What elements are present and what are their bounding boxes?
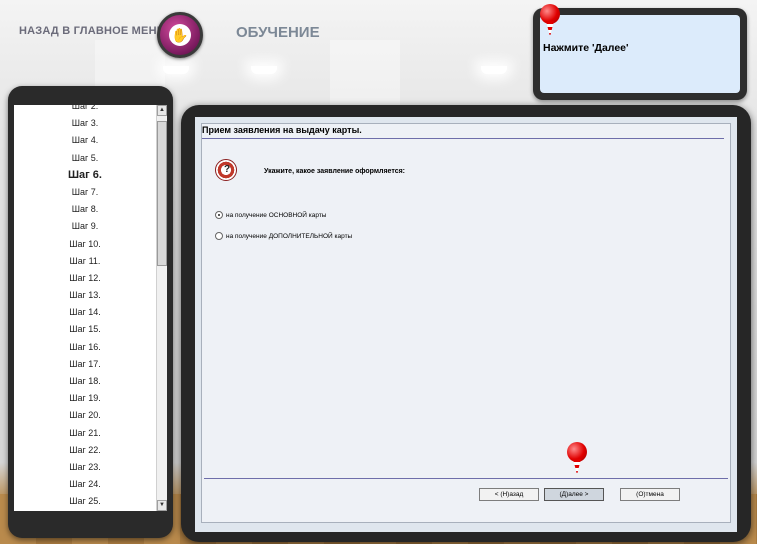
- hint-text: Нажмите 'Далее': [540, 15, 740, 93]
- step-item[interactable]: Шаг 15.: [14, 321, 156, 338]
- step-item[interactable]: Шаг 5.: [14, 150, 156, 167]
- step-item[interactable]: Шаг 6.: [14, 167, 156, 184]
- steps-panel: Шаг 2. Шаг 3. Шаг 4. Шаг 5. Шаг 6. Шаг 7. Шаг …: [8, 86, 173, 538]
- title-divider: [202, 138, 724, 139]
- step-item[interactable]: Шаг 20.: [14, 407, 156, 424]
- back-button[interactable]: < (Н)азад: [479, 488, 539, 501]
- ceiling-light: [251, 66, 277, 74]
- option-additional-card[interactable]: на получение ДОПОЛНИТЕЛЬНОЙ карты: [215, 232, 352, 240]
- step-item[interactable]: Шаг 18.: [14, 373, 156, 390]
- pin-icon: [539, 4, 561, 38]
- step-item[interactable]: Шаг 3.: [14, 115, 156, 132]
- ceiling-light: [481, 66, 507, 74]
- bottom-divider: [204, 478, 728, 479]
- step-item[interactable]: Шаг 21.: [14, 425, 156, 442]
- logo[interactable]: ✋: [157, 12, 203, 58]
- scroll-thumb[interactable]: [157, 121, 167, 266]
- option-main-card-label: на получение ОСНОВНОЙ карты: [226, 211, 327, 219]
- step-item[interactable]: Шаг 19.: [14, 390, 156, 407]
- pin-icon: [566, 442, 588, 476]
- step-item[interactable]: Шаг 16.: [14, 339, 156, 356]
- step-item[interactable]: Шаг 17.: [14, 356, 156, 373]
- step-item[interactable]: Шаг 23.: [14, 459, 156, 476]
- step-item[interactable]: Шаг 25.: [14, 493, 156, 510]
- tablet-screen: Прием заявления на выдачу карты. ? Укажи…: [195, 117, 737, 532]
- cancel-button[interactable]: (О)тмена: [620, 488, 680, 501]
- steps-scrollbar[interactable]: ▲ ▼: [156, 105, 167, 511]
- step-item[interactable]: Шаг 13.: [14, 287, 156, 304]
- step-item[interactable]: Шаг 14.: [14, 304, 156, 321]
- back-to-main-menu-link[interactable]: НАЗАД В ГЛАВНОЕ МЕНЮ: [19, 25, 168, 37]
- step-item[interactable]: Шаг 11.: [14, 253, 156, 270]
- dialog-title: Прием заявления на выдачу карты.: [202, 125, 362, 135]
- step-item[interactable]: Шаг 4.: [14, 132, 156, 149]
- scroll-up-button[interactable]: ▲: [157, 105, 167, 116]
- option-additional-card-label: на получение ДОПОЛНИТЕЛЬНОЙ карты: [226, 232, 353, 240]
- option-main-card[interactable]: на получение ОСНОВНОЙ карты: [215, 211, 326, 219]
- question-text: Укажите, какое заявление оформляется:: [264, 168, 405, 175]
- handshake-icon: ✋: [169, 24, 191, 46]
- step-item[interactable]: Шаг 22.: [14, 442, 156, 459]
- step-item[interactable]: Шаг 26.: [14, 511, 156, 512]
- step-item[interactable]: Шаг 24.: [14, 476, 156, 493]
- steps-items: Шаг 2. Шаг 3. Шаг 4. Шаг 5. Шаг 6. Шаг 7. Шаг …: [14, 105, 156, 511]
- radio-additional-card[interactable]: [215, 232, 223, 240]
- wizard-dialog: Прием заявления на выдачу карты. ? Укажи…: [201, 123, 731, 523]
- next-button[interactable]: (Д)алее >: [544, 488, 604, 501]
- question-lifebuoy-icon: ?: [215, 159, 237, 181]
- steps-list[interactable]: Шаг 2. Шаг 3. Шаг 4. Шаг 5. Шаг 6. Шаг 7. Шаг …: [14, 105, 167, 511]
- ceiling-light: [163, 66, 189, 74]
- radio-main-card[interactable]: [215, 211, 223, 219]
- step-item[interactable]: Шаг 12.: [14, 270, 156, 287]
- hint-box: Нажмите 'Далее': [533, 8, 747, 100]
- step-item[interactable]: Шаг 9.: [14, 218, 156, 235]
- page-title: ОБУЧЕНИЕ: [236, 24, 320, 41]
- step-item[interactable]: Шаг 7.: [14, 184, 156, 201]
- scroll-down-button[interactable]: ▼: [157, 500, 167, 511]
- tablet-frame: Прием заявления на выдачу карты. ? Укажи…: [181, 105, 751, 542]
- step-item[interactable]: Шаг 8.: [14, 201, 156, 218]
- step-item[interactable]: Шаг 2.: [14, 105, 156, 115]
- step-item[interactable]: Шаг 10.: [14, 236, 156, 253]
